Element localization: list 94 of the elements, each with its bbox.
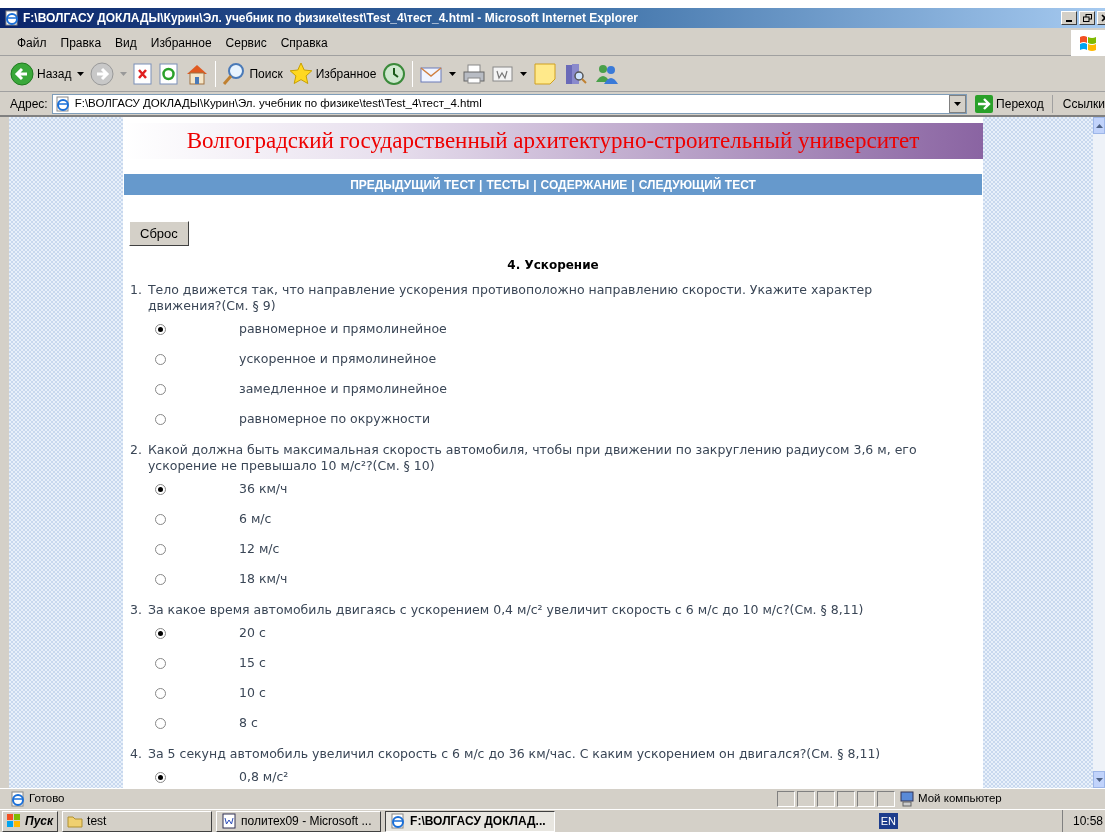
radio-button[interactable]	[155, 627, 166, 639]
reset-button[interactable]: Сброс	[129, 221, 189, 246]
language-indicator[interactable]: EN	[878, 812, 898, 830]
question-number: 2.	[130, 442, 142, 459]
radio-button[interactable]	[155, 323, 166, 335]
menu-item[interactable]: Правка	[53, 33, 109, 52]
taskbar-button[interactable]: политех09 - Microsoft ...	[216, 810, 382, 832]
status-pane	[777, 791, 795, 807]
history-icon[interactable]	[382, 61, 407, 86]
question-number: 4.	[130, 746, 142, 762]
minimize-button[interactable]	[1061, 11, 1077, 25]
restore-icon	[1082, 14, 1092, 22]
nav-separator: |	[533, 176, 537, 194]
answer-option: 10 с	[239, 683, 266, 703]
answer-option: 0,8 м/с²	[239, 767, 289, 787]
scroll-down-button[interactable]	[1093, 771, 1105, 788]
radio-button[interactable]	[155, 717, 166, 729]
answer-option: 20 с	[239, 623, 266, 643]
taskbar-button[interactable]: F:\ВОЛГАСУ ДОКЛАД...	[385, 810, 556, 832]
ie-page-icon	[54, 95, 71, 112]
search-icon	[222, 61, 247, 86]
folder-icon	[67, 813, 84, 829]
clock: 10:58	[1061, 810, 1103, 832]
books-magnifier-icon[interactable]	[563, 61, 588, 86]
status-pane	[817, 791, 835, 807]
status-text: Готово	[29, 791, 65, 807]
answer-option: равномерное по окружности	[239, 409, 430, 429]
address-field[interactable]: F:\ВОЛГАСУ ДОКЛАДЫ\Курин\Эл. учебник по физике\test\Test_4\тест_4.html	[51, 93, 968, 114]
status-pane	[797, 791, 815, 807]
ie-page-icon	[390, 813, 407, 829]
answer-option: 8 с	[239, 713, 258, 733]
answer-option: ускоренное и прямолинейное	[239, 349, 437, 369]
radio-button[interactable]	[155, 513, 166, 525]
section-heading: 4. Ускорение	[506, 257, 600, 274]
nav-separator: |	[479, 176, 483, 194]
go-arrow-icon	[975, 94, 994, 113]
menu-item[interactable]: Справка	[273, 33, 335, 52]
radio-button[interactable]	[155, 687, 166, 699]
down-arrow-icon	[1095, 777, 1103, 782]
go-button[interactable]: Переход	[971, 94, 1053, 113]
status-pane	[877, 791, 895, 807]
question-text: Тело движется так, что направление ускорения противоположно направлению скорости. Укажите характер движения?(См. § 9)	[147, 282, 874, 314]
radio-button[interactable]	[155, 573, 166, 585]
zone-text: Мой компьютер	[918, 791, 1002, 807]
status-pane	[837, 791, 855, 807]
dropdown-caret-icon[interactable]	[449, 71, 457, 76]
question-number: 1.	[130, 282, 142, 299]
printer-icon[interactable]	[462, 62, 487, 85]
restore-button[interactable]	[1079, 11, 1095, 25]
document-edit-icon[interactable]	[492, 64, 515, 83]
answer-option: равномерное и прямолинейное	[239, 319, 447, 339]
answer-option: 36 км/ч	[239, 479, 288, 499]
dropdown-caret-icon[interactable]	[77, 71, 85, 76]
refresh-icon[interactable]	[159, 62, 180, 85]
radio-button[interactable]	[155, 383, 166, 395]
favorites-button[interactable]: Избранное	[288, 61, 377, 86]
radio-button[interactable]	[155, 657, 166, 669]
stop-icon[interactable]	[133, 62, 154, 85]
windows-logo-icon	[7, 814, 21, 828]
radio-button[interactable]	[155, 771, 166, 783]
start-button[interactable]: Пуск	[2, 810, 59, 832]
answer-option: 12 м/с	[239, 539, 280, 559]
nav-separator: |	[631, 176, 635, 194]
scroll-up-button[interactable]	[1093, 117, 1105, 134]
document-icon	[221, 813, 238, 829]
search-button[interactable]: Поиск	[222, 61, 283, 86]
address-label: Адрес:	[10, 95, 48, 113]
menu-item[interactable]: Сервис	[218, 33, 274, 52]
status-pane	[857, 791, 875, 807]
question-number: 3.	[130, 602, 142, 618]
star-icon	[288, 61, 313, 86]
radio-button[interactable]	[155, 543, 166, 555]
up-arrow-icon	[1095, 123, 1103, 128]
links-button[interactable]: Ссылки	[1056, 94, 1105, 113]
back-button[interactable]: Назад	[10, 61, 72, 86]
question-text: За какое время автомобиль двигаясь с ускорением 0,4 м/с² увеличит скорость с 6 м/с до 10 м/с?(См. § 8,11)	[147, 602, 864, 618]
radio-button[interactable]	[155, 413, 166, 425]
windows-logo-icon	[1079, 33, 1097, 52]
question-text: Какой должна быть максимальная скорость автомобиля, чтобы при движении по закруглению радиусом 3,6 м, его ускорение не превышало 10 м/с²?(См. § 10)	[147, 442, 918, 474]
window-title: F:\ВОЛГАСУ ДОКЛАДЫ\Курин\Эл. учебник по физике\test\Test_4\тест_4.html - Microsoft Internet Explorer	[23, 10, 640, 27]
dropdown-caret-icon[interactable]	[954, 101, 962, 106]
answer-option: 6 м/с	[239, 509, 272, 529]
menu-item[interactable]: Файл	[10, 33, 54, 52]
answer-option: замедленное и прямолинейное	[239, 379, 447, 399]
radio-button[interactable]	[155, 483, 166, 495]
answer-option: 15 с	[239, 653, 266, 673]
answer-option: 18 км/ч	[239, 569, 288, 589]
taskbar-button[interactable]: test	[62, 810, 213, 832]
menu-item[interactable]: Вид	[108, 33, 144, 52]
dropdown-caret-icon[interactable]	[520, 71, 528, 76]
question-text: За 5 секунд автомобиль увеличил скорость с 6 м/с до 36 км/час. С каким ускорением он двигался?(См. § 8,11)	[147, 746, 881, 762]
ie-page-icon	[4, 10, 20, 26]
radio-button[interactable]	[155, 353, 166, 365]
menu-item[interactable]: Избранное	[143, 33, 219, 52]
